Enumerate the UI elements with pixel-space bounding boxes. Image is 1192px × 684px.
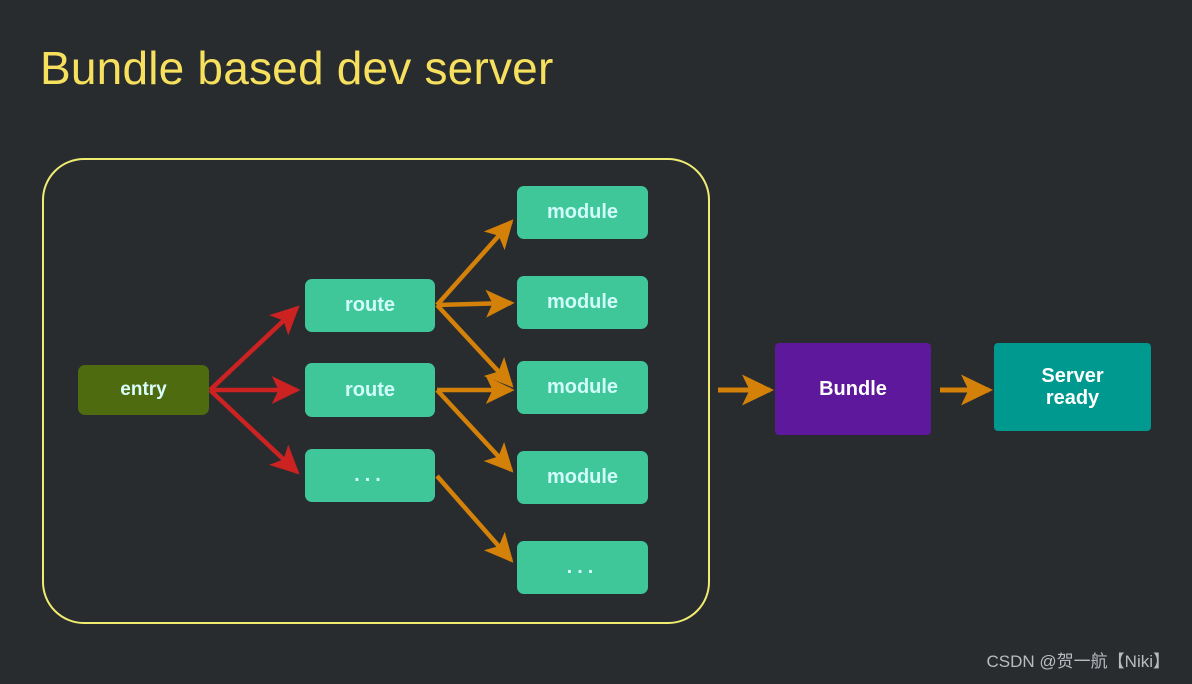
node-server-ready-label-line2: ready [1045, 387, 1100, 409]
node-server-ready[interactable]: Server ready [994, 343, 1151, 431]
page-title: Bundle based dev server [40, 42, 554, 94]
node-module-4-label: module [546, 466, 619, 489]
node-module-2-label: module [546, 291, 619, 314]
node-route-1[interactable]: route [305, 279, 435, 332]
watermark: CSDN @贺一航【Niki】 [986, 652, 1170, 671]
node-route-2-label: route [345, 378, 395, 401]
node-module-2[interactable]: module [517, 276, 648, 329]
node-module-more[interactable]: ... [517, 541, 648, 594]
node-module-3-label: module [546, 376, 619, 399]
node-module-1-label: module [546, 201, 619, 224]
node-module-1[interactable]: module [517, 186, 648, 239]
node-route-1-label: route [345, 294, 395, 317]
node-route-2[interactable]: route [305, 363, 435, 417]
node-entry-label: entry [120, 379, 167, 401]
diagram-canvas: Bundle based dev server entry route rout… [0, 0, 1192, 684]
node-module-more-label: ... [566, 556, 599, 579]
node-route-more[interactable]: ... [305, 449, 435, 502]
node-server-ready-label-line1: Server [1041, 364, 1104, 387]
node-bundle[interactable]: Bundle [775, 343, 931, 435]
node-bundle-label: Bundle [819, 377, 887, 400]
node-route-more-label: ... [354, 464, 386, 487]
node-module-4[interactable]: module [517, 451, 648, 504]
node-module-3[interactable]: module [517, 361, 648, 414]
node-entry[interactable]: entry [78, 365, 209, 415]
